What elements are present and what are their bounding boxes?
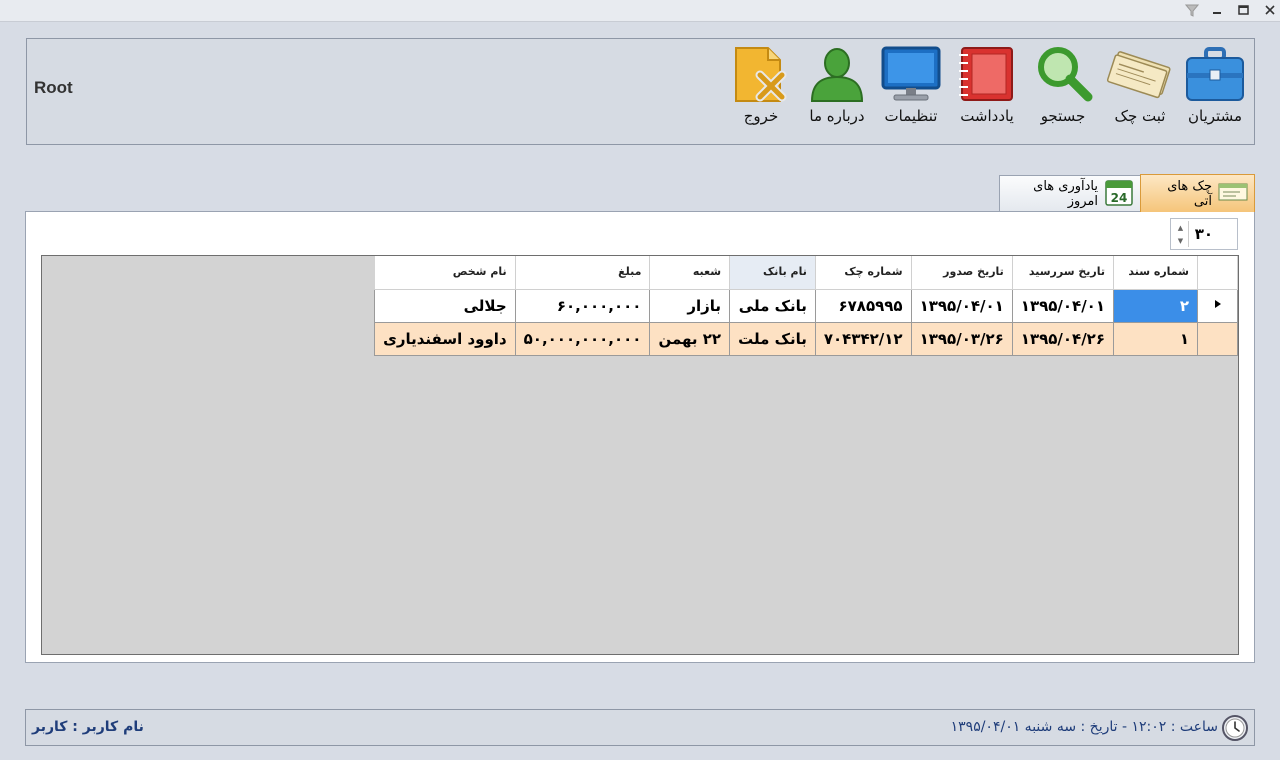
calendar-icon: 24 [1104,177,1134,211]
cheque-tab-icon [1218,183,1248,205]
cell-amount[interactable]: ۶۰,۰۰۰,۰۰۰ [514,288,651,323]
maximize-button[interactable] [1233,1,1253,19]
monitor-icon [880,45,942,103]
root-label: Root [34,78,73,97]
main-toolbar: Root مشتریان ثبت چک جستجو یادداشت تنظیما… [26,38,1255,145]
customers-button[interactable]: مشتریان [1183,45,1247,135]
cell-issue-date[interactable]: ۱۳۹۵/۰۳/۲۶ [910,321,1013,356]
spinner-buttons[interactable]: ▲ ▼ [1173,221,1189,247]
register-cheque-button[interactable]: ثبت چک [1105,45,1175,135]
notebook-icon [956,45,1018,103]
cell-person-name[interactable]: داوود اسفندیاری [374,321,516,356]
clock-icon [1221,714,1249,746]
spin-down-icon[interactable]: ▼ [1178,237,1183,245]
row-indicator [1197,321,1238,356]
cheques-table: شماره سند تاریخ سررسید تاریخ صدور شماره … [374,256,1238,356]
calendar-day-number: 24 [1111,191,1128,205]
exit-button[interactable]: خروج [729,45,793,135]
col-branch[interactable]: شعبه [649,256,731,290]
status-bar: نام کاربر : کاربر ساعت : ۱۲:۰۲ - تاریخ :… [25,709,1255,746]
notes-button[interactable]: یادداشت [955,45,1019,135]
days-spinner[interactable]: ▲ ▼ ۳۰ [1170,218,1238,250]
customers-label: مشتریان [1188,107,1242,125]
cell-bank-name[interactable]: بانک ملت [729,321,816,356]
tab-today-reminders-label: یادآوری های امروز [1033,179,1098,209]
cell-branch[interactable]: بازار [649,288,731,323]
cell-person-name[interactable]: جلالی [374,288,516,323]
col-amount[interactable]: مبلغ [515,256,651,290]
settings-button[interactable]: تنظیمات [879,45,943,135]
cell-cheque-number[interactable]: ۶۷۸۵۹۹۵ [814,288,912,323]
exit-label: خروج [743,107,779,125]
about-us-button[interactable]: درباره ما [805,45,869,135]
status-datetime: ساعت : ۱۲:۰۲ - تاریخ : سه شنبه ۱۳۹۵/۰۴/۰… [950,719,1218,735]
table-header-row: شماره سند تاریخ سررسید تاریخ صدور شماره … [374,256,1238,290]
table-row[interactable]: ۱ ۱۳۹۵/۰۴/۲۶ ۱۳۹۵/۰۳/۲۶ ۷۰۴۳۴۲/۱۲ بانک م… [374,321,1238,356]
settings-label: تنظیمات [884,107,938,125]
col-person-name[interactable]: نام شخص [374,256,516,290]
days-spinner-value[interactable]: ۳۰ [1195,225,1213,243]
row-indicator-header [1197,256,1238,290]
table-row[interactable]: ۲ ۱۳۹۵/۰۴/۰۱ ۱۳۹۵/۰۴/۰۱ ۶۷۸۵۹۹۵ بانک ملی… [374,288,1238,323]
col-doc-number[interactable]: شماره سند [1113,256,1198,290]
close-button[interactable] [1260,1,1280,19]
exit-icon [730,45,792,103]
cell-issue-date[interactable]: ۱۳۹۵/۰۴/۰۱ [910,288,1013,323]
col-bank-name[interactable]: نام بانک [729,256,816,290]
cell-cheque-number[interactable]: ۷۰۴۳۴۲/۱۲ [814,321,912,356]
briefcase-icon [1184,45,1246,103]
col-cheque-number[interactable]: شماره چک [815,256,912,290]
col-issue-date[interactable]: تاریخ صدور [911,256,1013,290]
cell-bank-name[interactable]: بانک ملی [729,288,816,323]
search-icon [1032,45,1094,103]
user-icon [806,45,868,103]
status-username: نام کاربر : کاربر [32,719,144,735]
cell-due-date[interactable]: ۱۳۹۵/۰۴/۰۱ [1011,288,1115,323]
cell-doc-number[interactable]: ۲ [1113,288,1198,323]
tab-upcoming-cheques[interactable]: چک های آتی [1140,174,1255,212]
current-row-indicator-icon [1197,288,1238,323]
cell-due-date[interactable]: ۱۳۹۵/۰۴/۲۶ [1011,321,1115,356]
cell-amount[interactable]: ۵۰,۰۰۰,۰۰۰,۰۰۰ [514,321,651,356]
minimize-button[interactable] [1207,1,1227,19]
cell-branch[interactable]: ۲۲ بهمن [649,321,731,356]
cell-doc-number[interactable]: ۱ [1113,321,1198,356]
window-title-bar [0,0,1280,22]
col-due-date[interactable]: تاریخ سررسید [1012,256,1115,290]
tab-today-reminders[interactable]: 24 یادآوری های امروز [999,175,1141,212]
cheques-grid[interactable]: شماره سند تاریخ سررسید تاریخ صدور شماره … [41,255,1239,655]
filter-icon[interactable] [1182,1,1202,19]
about-us-label: درباره ما [809,107,865,125]
cheque-icon [1107,45,1173,103]
search-button[interactable]: جستجو [1031,45,1095,135]
notes-label: یادداشت [960,107,1014,125]
spin-up-icon[interactable]: ▲ [1178,224,1183,232]
search-label: جستجو [1040,107,1086,125]
register-cheque-label: ثبت چک [1114,107,1166,125]
tab-upcoming-cheques-label: چک های آتی [1167,178,1212,209]
